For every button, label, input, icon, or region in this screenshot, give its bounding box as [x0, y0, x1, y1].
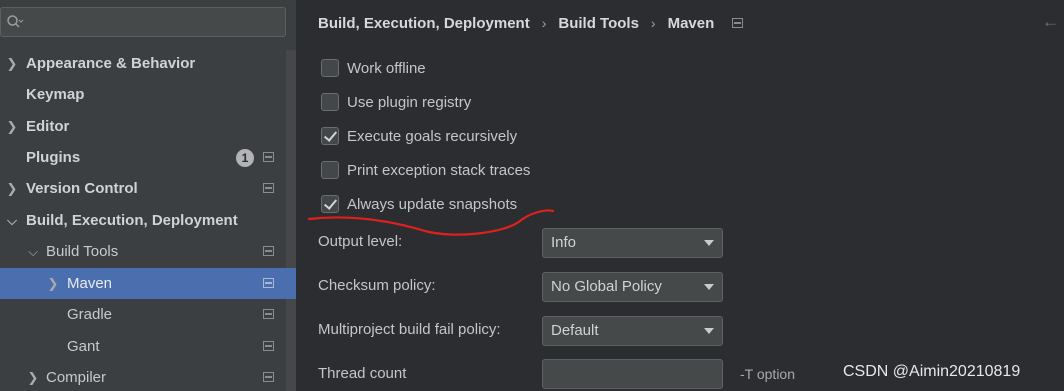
tree-item-label: Appearance & Behavior — [26, 55, 196, 72]
sidebar-scrollbar[interactable] — [286, 50, 296, 391]
project-settings-icon — [263, 278, 274, 288]
tree-item-build-execution-deployment[interactable]: ⌵ Build, Execution, Deployment — [0, 205, 286, 236]
print-exception-stack-traces-checkbox[interactable]: Print exception stack traces — [321, 159, 530, 181]
search-icon — [7, 15, 24, 28]
tree-item-label: Maven — [67, 275, 113, 292]
project-settings-icon — [263, 372, 274, 382]
output-level-label: Output level: — [318, 233, 403, 250]
breadcrumb: Build, Execution, Deployment › Build Too… — [318, 13, 744, 33]
breadcrumb-separator: › — [650, 15, 656, 31]
dropdown-caret-icon — [704, 328, 714, 334]
project-settings-icon — [263, 341, 274, 351]
tree-item-label: Plugins — [26, 149, 81, 166]
dropdown-caret-icon — [704, 240, 714, 246]
tree-item-label: Gradle — [67, 306, 113, 323]
checkbox-box[interactable] — [321, 161, 339, 179]
settings-sidebar: ❯ Appearance & Behavior Keymap ❯ Editor … — [0, 0, 296, 391]
tree-item-label: Compiler — [46, 369, 107, 386]
thread-count-input[interactable] — [542, 359, 723, 389]
use-plugin-registry-checkbox[interactable]: Use plugin registry — [321, 91, 471, 113]
tree-item-keymap[interactable]: Keymap — [0, 79, 286, 110]
watermark: CSDN @Aimin20210819 — [843, 363, 1021, 380]
tree-item-version-control[interactable]: ❯ Version Control — [0, 173, 286, 204]
checkbox-label: Use plugin registry — [347, 93, 472, 111]
project-settings-icon — [263, 152, 274, 162]
breadcrumb-item-current: Maven — [667, 14, 715, 32]
tree-item-gant[interactable]: Gant — [0, 331, 286, 362]
breadcrumb-item[interactable]: Build Tools — [558, 15, 639, 32]
project-settings-icon — [263, 183, 274, 193]
update-count-badge: 1 — [236, 149, 254, 167]
project-settings-icon — [732, 18, 744, 28]
dropdown-caret-icon — [704, 284, 714, 290]
tree-item-plugins[interactable]: Plugins 1 — [0, 142, 286, 173]
tree-item-label: Version Control — [26, 180, 138, 197]
tree-item-build-tools[interactable]: ⌵ Build Tools — [0, 236, 286, 267]
tree-item-appearance-behavior[interactable]: ❯ Appearance & Behavior — [0, 48, 286, 79]
back-arrow-icon[interactable]: ← — [1042, 12, 1059, 32]
tree-item-label: Gant — [67, 338, 100, 355]
breadcrumb-item[interactable]: Build, Execution, Deployment — [318, 15, 530, 32]
tree-item-label: Keymap — [26, 86, 85, 103]
checksum-policy-label: Checksum policy: — [318, 277, 436, 294]
chevron-right-icon[interactable]: ❯ — [5, 173, 19, 204]
tree-item-label: Build Tools — [46, 243, 119, 260]
chevron-down-icon[interactable]: ⌵ — [26, 236, 40, 267]
checkbox-box[interactable] — [321, 59, 339, 77]
execute-goals-recursively-checkbox[interactable]: Execute goals recursively — [321, 125, 517, 147]
select-value: Default — [551, 322, 599, 339]
output-level-select[interactable]: Info — [542, 228, 723, 258]
select-value: No Global Policy — [551, 278, 662, 295]
checksum-policy-select[interactable]: No Global Policy — [542, 272, 723, 302]
checkbox-label: Execute goals recursively — [347, 127, 518, 145]
work-offline-checkbox[interactable]: Work offline — [321, 57, 426, 79]
tree-item-compiler[interactable]: ❯ Compiler — [0, 362, 286, 391]
chevron-right-icon[interactable]: ❯ — [26, 362, 40, 391]
breadcrumb-separator: › — [541, 15, 547, 31]
fail-policy-select[interactable]: Default — [542, 316, 723, 346]
fail-policy-label: Multiproject build fail policy: — [318, 321, 501, 338]
checkbox-label: Work offline — [347, 59, 426, 77]
chevron-down-icon[interactable]: ⌵ — [5, 205, 19, 236]
project-settings-icon — [263, 246, 274, 256]
checkbox-box[interactable] — [321, 93, 339, 111]
tree-item-label: Build, Execution, Deployment — [26, 212, 238, 229]
select-value: Info — [551, 234, 577, 251]
tree-item-editor[interactable]: ❯ Editor — [0, 111, 286, 142]
checkbox-label: Print exception stack traces — [347, 161, 531, 179]
chevron-right-icon[interactable]: ❯ — [5, 48, 19, 79]
project-settings-icon — [263, 309, 274, 319]
thread-count-hint: -T option — [740, 366, 795, 382]
checkbox-box[interactable] — [321, 127, 339, 145]
settings-search-input[interactable] — [0, 7, 286, 37]
tree-item-label: Editor — [26, 118, 70, 135]
tree-item-maven[interactable]: ❯ Maven — [0, 268, 296, 299]
tree-item-gradle[interactable]: Gradle — [0, 299, 286, 330]
chevron-right-icon[interactable]: ❯ — [5, 111, 19, 142]
chevron-right-icon[interactable]: ❯ — [46, 268, 60, 299]
thread-count-label: Thread count — [318, 365, 407, 382]
